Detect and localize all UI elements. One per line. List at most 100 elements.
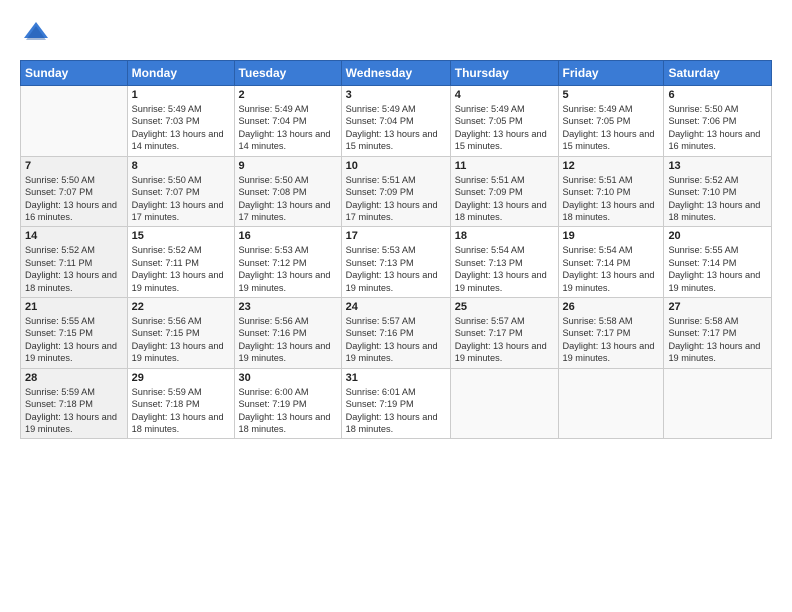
day-content: Sunrise: 5:51 AM Sunset: 7:09 PM Dayligh… [455,174,554,224]
calendar-cell: 26Sunrise: 5:58 AM Sunset: 7:17 PM Dayli… [558,298,664,369]
day-content: Sunrise: 5:49 AM Sunset: 7:04 PM Dayligh… [239,103,337,153]
day-content: Sunrise: 5:55 AM Sunset: 7:15 PM Dayligh… [25,315,123,365]
weekday-header-tuesday: Tuesday [234,61,341,86]
day-content: Sunrise: 5:59 AM Sunset: 7:18 PM Dayligh… [132,386,230,436]
calendar-cell: 22 Sunrise: 5:56 AM Sunset: 7:15 PM Dayli… [127,298,234,369]
day-number: 27 [668,301,767,313]
day-number: 31 [346,372,446,384]
calendar-week-row: 7 Sunrise: 5:50 AM Sunset: 7:07 PM Daylig… [21,156,772,227]
calendar-cell: 1 Sunrise: 5:49 AM Sunset: 7:03 PM Daylig… [127,86,234,157]
calendar-cell: 29 Sunrise: 5:59 AM Sunset: 7:18 PM Dayli… [127,368,234,439]
day-content: Sunrise: 5:51 AM Sunset: 7:09 PM Dayligh… [346,174,446,224]
calendar-table: SundayMondayTuesdayWednesdayThursdayFrid… [20,60,772,439]
logo [20,18,56,50]
day-number: 4 [455,89,554,101]
day-content: Sunrise: 5:50 AM Sunset: 7:07 PM Dayligh… [132,174,230,224]
calendar-week-row: 21Sunrise: 5:55 AM Sunset: 7:15 PM Dayli… [21,298,772,369]
day-number: 28 [25,372,123,384]
day-number: 16 [239,230,337,242]
page: SundayMondayTuesdayWednesdayThursdayFrid… [0,0,792,612]
day-content: Sunrise: 5:51 AM Sunset: 7:10 PM Dayligh… [563,174,660,224]
weekday-header-sunday: Sunday [21,61,128,86]
day-content: Sunrise: 5:50 AM Sunset: 7:07 PM Dayligh… [25,174,123,224]
calendar-cell: 24 Sunrise: 5:57 AM Sunset: 7:16 PM Dayli… [341,298,450,369]
day-number: 24 [346,301,446,313]
day-content: Sunrise: 5:49 AM Sunset: 7:05 PM Dayligh… [563,103,660,153]
day-number: 18 [455,230,554,242]
day-number: 2 [239,89,337,101]
calendar-cell: 9 Sunrise: 5:50 AM Sunset: 7:08 PM Daylig… [234,156,341,227]
calendar-cell: 10 Sunrise: 5:51 AM Sunset: 7:09 PM Dayli… [341,156,450,227]
calendar-cell: 2 Sunrise: 5:49 AM Sunset: 7:04 PM Daylig… [234,86,341,157]
weekday-header-thursday: Thursday [450,61,558,86]
calendar-cell: 28 Sunrise: 5:59 AM Sunset: 7:18 PM Dayli… [21,368,128,439]
calendar-cell: 12 Sunrise: 5:51 AM Sunset: 7:10 PM Dayli… [558,156,664,227]
day-number: 17 [346,230,446,242]
day-number: 3 [346,89,446,101]
day-content: Sunrise: 5:50 AM Sunset: 7:08 PM Dayligh… [239,174,337,224]
calendar-cell: 6Sunrise: 5:50 AM Sunset: 7:06 PM Daylig… [664,86,772,157]
calendar-cell: 15Sunrise: 5:52 AM Sunset: 7:11 PM Dayli… [127,227,234,298]
calendar-cell: 23Sunrise: 5:56 AM Sunset: 7:16 PM Dayli… [234,298,341,369]
calendar-cell [664,368,772,439]
day-content: Sunrise: 5:54 AM Sunset: 7:14 PM Dayligh… [563,244,660,294]
day-content: Sunrise: 5:56 AM Sunset: 7:15 PM Dayligh… [132,315,230,365]
day-content: Sunrise: 5:53 AM Sunset: 7:13 PM Dayligh… [346,244,446,294]
day-number: 13 [668,160,767,172]
day-content: Sunrise: 5:57 AM Sunset: 7:17 PM Dayligh… [455,315,554,365]
weekday-header-monday: Monday [127,61,234,86]
day-number: 8 [132,160,230,172]
day-content: Sunrise: 6:01 AM Sunset: 7:19 PM Dayligh… [346,386,446,436]
calendar-cell: 30 Sunrise: 6:00 AM Sunset: 7:19 PM Dayli… [234,368,341,439]
day-number: 5 [563,89,660,101]
calendar-header-row: SundayMondayTuesdayWednesdayThursdayFrid… [21,61,772,86]
day-content: Sunrise: 5:58 AM Sunset: 7:17 PM Dayligh… [668,315,767,365]
day-content: Sunrise: 5:57 AM Sunset: 7:16 PM Dayligh… [346,315,446,365]
day-number: 11 [455,160,554,172]
day-content: Sunrise: 5:49 AM Sunset: 7:03 PM Dayligh… [132,103,230,153]
day-content: Sunrise: 5:55 AM Sunset: 7:14 PM Dayligh… [668,244,767,294]
day-content: Sunrise: 5:49 AM Sunset: 7:04 PM Dayligh… [346,103,446,153]
day-content: Sunrise: 5:59 AM Sunset: 7:18 PM Dayligh… [25,386,123,436]
day-number: 14 [25,230,123,242]
calendar-cell: 4 Sunrise: 5:49 AM Sunset: 7:05 PM Daylig… [450,86,558,157]
calendar-cell: 21Sunrise: 5:55 AM Sunset: 7:15 PM Dayli… [21,298,128,369]
calendar-cell: 11 Sunrise: 5:51 AM Sunset: 7:09 PM Dayli… [450,156,558,227]
calendar-cell: 20 Sunrise: 5:55 AM Sunset: 7:14 PM Dayli… [664,227,772,298]
calendar-cell: 7 Sunrise: 5:50 AM Sunset: 7:07 PM Daylig… [21,156,128,227]
calendar-week-row: 28 Sunrise: 5:59 AM Sunset: 7:18 PM Dayli… [21,368,772,439]
calendar-cell: 14Sunrise: 5:52 AM Sunset: 7:11 PM Dayli… [21,227,128,298]
day-number: 12 [563,160,660,172]
day-content: Sunrise: 5:49 AM Sunset: 7:05 PM Dayligh… [455,103,554,153]
day-content: Sunrise: 5:50 AM Sunset: 7:06 PM Dayligh… [668,103,767,153]
calendar-cell: 8 Sunrise: 5:50 AM Sunset: 7:07 PM Daylig… [127,156,234,227]
logo-icon [20,18,52,50]
calendar-cell [21,86,128,157]
day-number: 19 [563,230,660,242]
calendar-cell: 25 Sunrise: 5:57 AM Sunset: 7:17 PM Dayli… [450,298,558,369]
day-content: Sunrise: 5:54 AM Sunset: 7:13 PM Dayligh… [455,244,554,294]
calendar-week-row: 1 Sunrise: 5:49 AM Sunset: 7:03 PM Daylig… [21,86,772,157]
day-number: 30 [239,372,337,384]
day-content: Sunrise: 5:53 AM Sunset: 7:12 PM Dayligh… [239,244,337,294]
day-content: Sunrise: 6:00 AM Sunset: 7:19 PM Dayligh… [239,386,337,436]
day-number: 9 [239,160,337,172]
weekday-header-saturday: Saturday [664,61,772,86]
day-number: 10 [346,160,446,172]
calendar-cell: 27 Sunrise: 5:58 AM Sunset: 7:17 PM Dayli… [664,298,772,369]
day-number: 15 [132,230,230,242]
day-number: 20 [668,230,767,242]
day-content: Sunrise: 5:52 AM Sunset: 7:10 PM Dayligh… [668,174,767,224]
calendar-cell: 16 Sunrise: 5:53 AM Sunset: 7:12 PM Dayli… [234,227,341,298]
day-number: 29 [132,372,230,384]
day-number: 22 [132,301,230,313]
calendar-cell: 13 Sunrise: 5:52 AM Sunset: 7:10 PM Dayli… [664,156,772,227]
calendar-cell [450,368,558,439]
calendar-cell: 19 Sunrise: 5:54 AM Sunset: 7:14 PM Dayli… [558,227,664,298]
header [20,18,772,50]
calendar-cell: 3 Sunrise: 5:49 AM Sunset: 7:04 PM Daylig… [341,86,450,157]
day-number: 1 [132,89,230,101]
day-content: Sunrise: 5:56 AM Sunset: 7:16 PM Dayligh… [239,315,337,365]
day-number: 25 [455,301,554,313]
day-number: 7 [25,160,123,172]
